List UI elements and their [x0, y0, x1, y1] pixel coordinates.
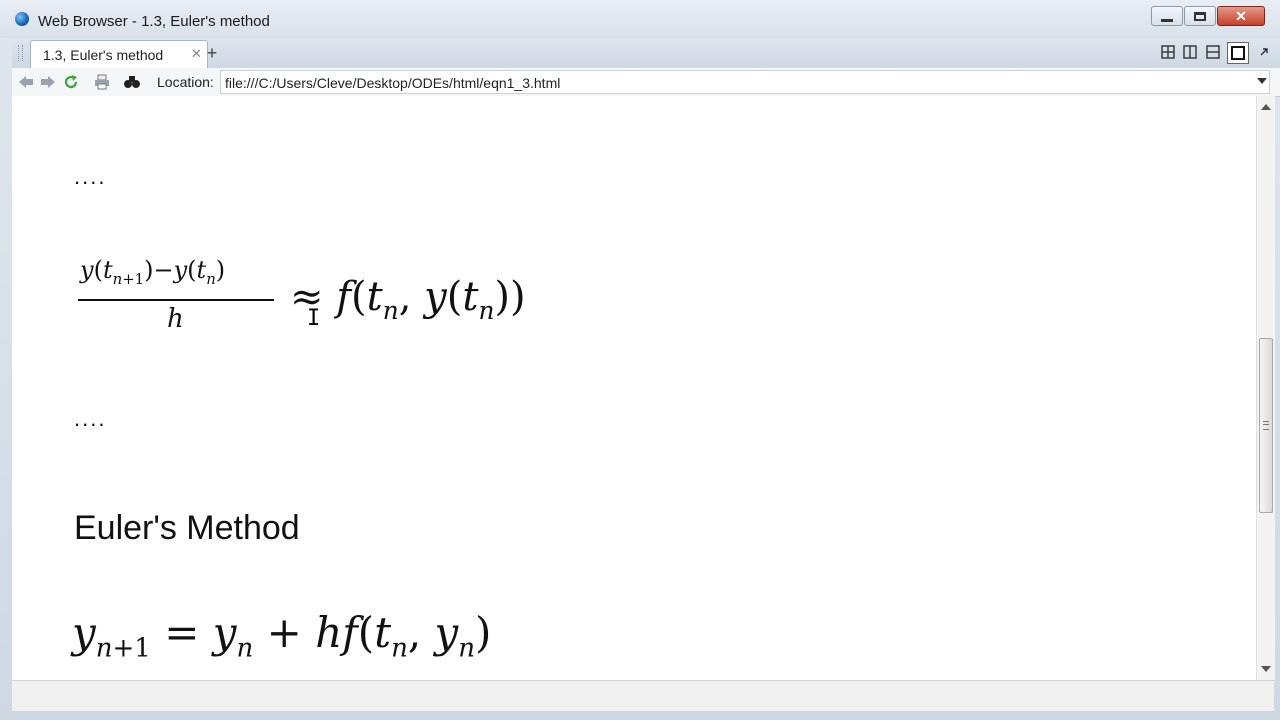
location-dropdown-icon[interactable]	[1257, 78, 1267, 84]
undock-icon[interactable]	[1256, 44, 1272, 60]
tab-strip: 1.3, Euler's method ✕ +	[12, 38, 1280, 69]
page-content: .... y(tn+1)−y(tn) h ≈ f(tn, y(tn)) I ..…	[12, 96, 1256, 680]
ellipsis-1: ....	[74, 164, 107, 189]
section-heading: Euler's Method	[74, 509, 300, 547]
tab-eulers-method[interactable]: 1.3, Euler's method ✕	[30, 40, 208, 68]
window-title: Web Browser - 1.3, Euler's method	[38, 13, 270, 30]
scroll-thumb[interactable]	[1259, 338, 1273, 513]
layout-tile-icon[interactable]	[1160, 44, 1176, 60]
find-icon[interactable]	[122, 72, 142, 92]
close-button[interactable]: ✕	[1217, 6, 1265, 26]
maximize-button[interactable]	[1184, 6, 1216, 26]
browser-window: Web Browser - 1.3, Euler's method ✕ 1.3,…	[0, 0, 1280, 720]
euler-method-equation: yn+1 = yn + hf(tn, yn)	[72, 608, 492, 664]
maximize-icon	[1194, 11, 1206, 21]
tab-strip-grip[interactable]	[18, 45, 23, 61]
location-input[interactable]: file:///C:/Users/Cleve/Desktop/ODEs/html…	[220, 70, 1270, 94]
minimize-icon	[1161, 18, 1173, 22]
text-cursor-icon: I	[307, 306, 321, 331]
fraction-numerator: y(tn+1)−y(tn)	[80, 256, 226, 288]
navigation-toolbar: Location: file:///C:/Users/Cleve/Desktop…	[12, 68, 1280, 97]
forward-icon[interactable]	[38, 72, 58, 92]
refresh-icon[interactable]	[61, 72, 81, 92]
new-tab-icon[interactable]: +	[199, 41, 225, 65]
location-label: Location:	[157, 74, 214, 90]
layout-horizontal-icon[interactable]	[1205, 44, 1221, 60]
title-bar: Web Browser - 1.3, Euler's method ✕	[0, 0, 1280, 38]
fraction-bar	[78, 299, 274, 301]
print-icon[interactable]	[92, 72, 112, 92]
close-icon: ✕	[1235, 7, 1247, 24]
vertical-scrollbar[interactable]	[1256, 96, 1275, 680]
layout-single-icon[interactable]	[1227, 42, 1249, 64]
ellipsis-2: ....	[74, 406, 107, 431]
fraction-denominator: h	[167, 304, 184, 334]
tab-label: 1.3, Euler's method	[43, 47, 164, 63]
globe-icon	[15, 12, 29, 26]
minimize-button[interactable]	[1151, 6, 1183, 26]
scroll-down-icon[interactable]	[1261, 666, 1271, 672]
equation-rhs: ≈ f(tn, y(tn))	[290, 274, 526, 325]
back-icon[interactable]	[16, 72, 36, 92]
status-bar	[12, 680, 1274, 711]
layout-vertical-icon[interactable]	[1182, 44, 1198, 60]
scroll-grip-icon	[1263, 421, 1269, 430]
scroll-up-icon[interactable]	[1261, 104, 1271, 110]
